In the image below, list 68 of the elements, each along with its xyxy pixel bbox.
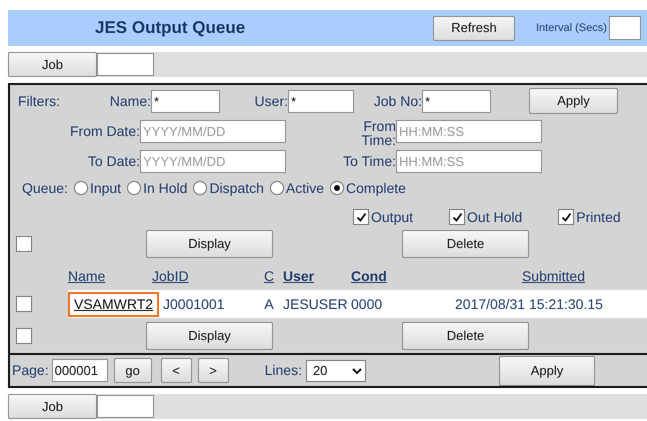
checkbox[interactable] [16,296,32,312]
date-field[interactable]: YYYY/MM/DD [140,150,286,172]
interval-field[interactable] [608,16,641,40]
page-label: Page: [12,361,49,380]
column-header: JobID [152,266,190,286]
radio-label: Active [286,178,324,198]
column-header: Submitted [520,266,586,286]
radio-button[interactable] [193,181,208,195]
apply-button[interactable]: Apply [498,356,595,386]
go-button[interactable]: go [114,358,152,383]
radio-label: Dispatch [209,178,264,198]
delete-button[interactable]: Delete [402,230,529,258]
checkbox[interactable] [449,209,466,225]
radio-label: In Hold [143,178,188,198]
job-field[interactable] [97,395,154,418]
checkbox[interactable] [353,209,369,225]
job-name-link[interactable]: VSAMWRT2 [70,294,158,314]
job-button[interactable]: Job [8,394,97,419]
checkbox-label: Printed [576,208,621,226]
page-field[interactable]: 000001 [52,359,108,382]
checkbox-label: Out Hold [467,208,522,226]
job-cond-cell-text: 0000 [351,294,384,314]
delete-button[interactable]: Delete [402,322,529,350]
radio-label: Complete [346,178,406,198]
checkbox-label: Output [371,208,414,227]
column-header: C [264,266,274,286]
table-row[interactable]: VSAMWRT2 J0001001 A JESUSER 0000 2017/08/31 15:21:30.15 [68,290,647,318]
radio-button[interactable] [74,181,88,195]
date-label: From Date: [68,122,140,140]
interval-label: Interval (Secs) [536,20,607,36]
refresh-button[interactable]: Refresh [433,16,515,40]
field-label: Job No: [372,92,422,110]
next-button[interactable]: > [198,358,229,383]
radio-button[interactable] [330,181,344,195]
queue-label: Queue: [22,178,68,198]
filter-field[interactable]: * [422,90,491,112]
column-header: User [283,266,316,286]
previous-button[interactable]: < [160,358,192,383]
field-label: User: [254,92,288,110]
job-id-cell-text: J0001001 [163,294,226,314]
apply-button[interactable]: Apply [529,88,618,114]
job-button[interactable]: Job [8,52,97,77]
job-user-cell-text: JESUSER [283,294,349,314]
filter-field[interactable]: * [288,90,354,112]
display-button[interactable]: Display [146,230,273,258]
filters-label: Filters: [18,92,61,110]
checkbox[interactable] [558,209,574,225]
checkbox[interactable] [16,328,32,344]
filter-field[interactable]: * [151,90,220,112]
lines-select[interactable]: 20 [306,360,366,382]
page-title: JES Output Queue [95,17,246,40]
radio-button[interactable] [270,181,284,195]
lines-label: Lines: [264,361,302,380]
radio-label: Input [90,178,122,198]
checkbox[interactable] [16,236,32,252]
field-label: Name: [108,92,151,110]
display-button[interactable]: Display [146,322,273,350]
submitted-time-cell-text: 2017/08/31 15:21:30.15 [455,294,604,314]
time-label: To Time: [342,152,396,170]
time-field[interactable]: HH:MM:SS [396,150,542,172]
column-header: Cond [351,266,388,286]
radio-button[interactable] [127,181,142,195]
job-field[interactable] [97,53,154,76]
time-label: From Time: [360,117,396,147]
time-field[interactable]: HH:MM:SS [396,120,542,142]
date-label: To Date: [86,152,140,170]
job-class-cell-text: A [264,294,274,314]
date-field[interactable]: YYYY/MM/DD [140,120,286,142]
